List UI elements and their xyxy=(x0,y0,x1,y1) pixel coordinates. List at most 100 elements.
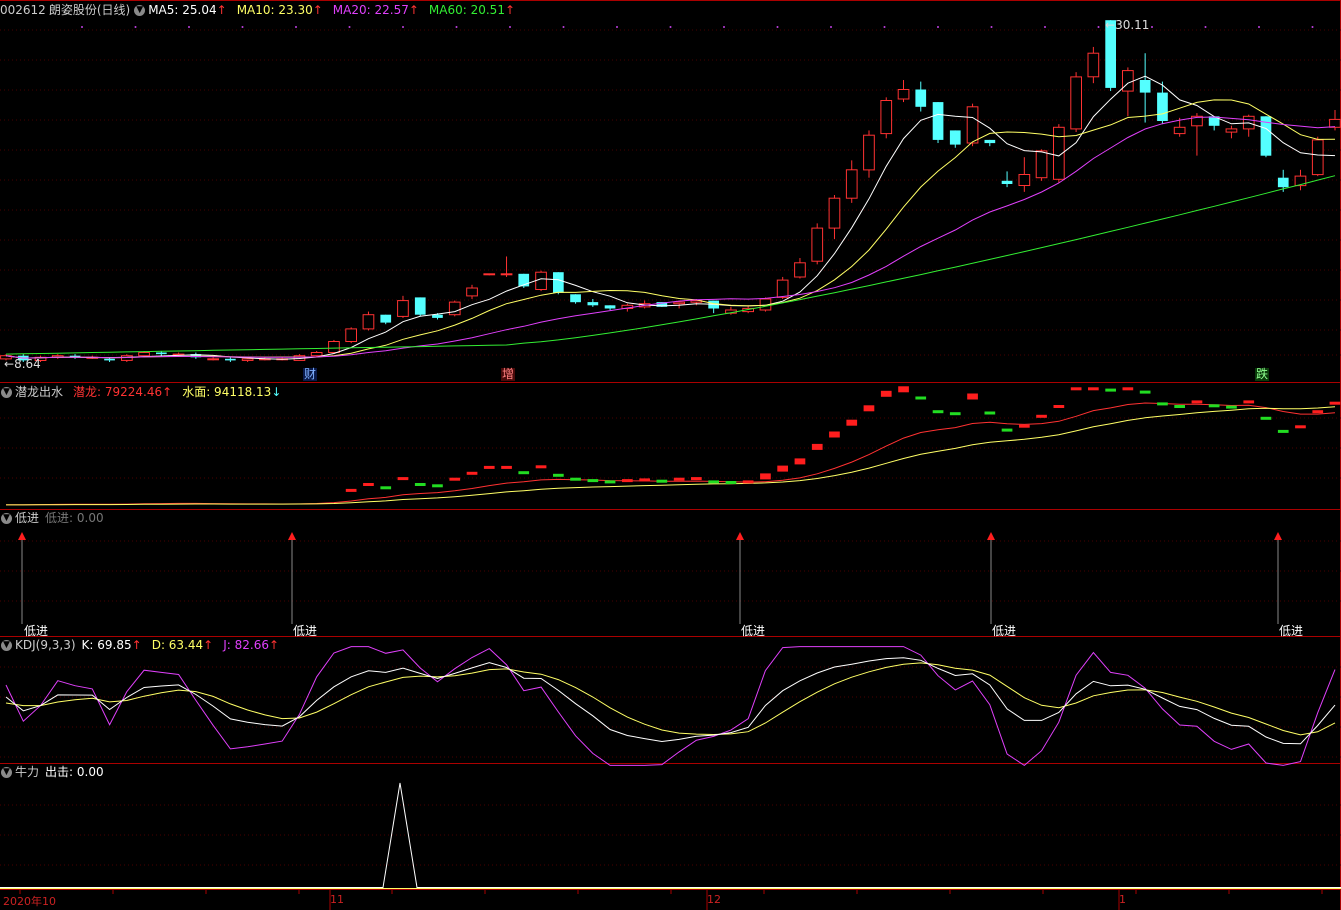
qianlong-bar xyxy=(483,465,495,469)
dijin-value: 低进: 0.00 xyxy=(45,511,104,525)
candle-body xyxy=(397,300,409,317)
signal-dot xyxy=(402,26,404,28)
qianlong-bar xyxy=(397,477,409,481)
chevron-down-icon[interactable]: ▼ xyxy=(134,4,146,16)
signal-dot xyxy=(188,26,190,28)
qianlong-bar xyxy=(932,410,944,414)
low-price-label: ←8.64 xyxy=(4,357,41,371)
candle-body xyxy=(466,287,478,297)
qianlong-bar xyxy=(1260,416,1272,420)
qianlong-bar xyxy=(742,480,754,484)
chevron-down-icon[interactable]: ▼ xyxy=(1,766,12,778)
kdj-title: KDJ(9,3,3) xyxy=(15,638,76,652)
candle-body xyxy=(949,130,961,145)
stock-code: 002612 xyxy=(0,3,46,17)
qianlong-bar xyxy=(1208,404,1220,408)
candle-body xyxy=(535,271,547,291)
qianlong-bar xyxy=(811,443,823,450)
chevron-down-icon[interactable]: ▼ xyxy=(1,386,12,398)
dijin-arrow-head xyxy=(288,532,296,540)
candle-body xyxy=(570,294,581,303)
signal-dot xyxy=(295,26,297,28)
candle-body xyxy=(1070,76,1083,130)
kdj-j-value: J: 82.66↑ xyxy=(223,638,280,652)
signal-dot xyxy=(1151,26,1153,28)
high-price-label: ←30.11 xyxy=(1105,18,1150,32)
qianlong-bar xyxy=(1329,401,1341,405)
signal-dot xyxy=(241,26,244,28)
signal-dot xyxy=(723,26,725,28)
chart-canvas[interactable] xyxy=(0,0,1341,910)
candle-body xyxy=(380,314,392,323)
qianlong-bar xyxy=(1295,425,1306,429)
candle-body xyxy=(138,352,150,357)
qianlong-bar xyxy=(622,479,633,483)
qianlong-bar xyxy=(1312,410,1324,414)
chevron-down-icon[interactable]: ▼ xyxy=(1,512,12,524)
ma20-value: MA20: 22.57↑ xyxy=(332,3,419,17)
candle-body xyxy=(794,262,806,278)
qianlong-bar xyxy=(949,412,961,416)
candle-body xyxy=(1035,150,1048,179)
ma20-line xyxy=(5,116,1336,359)
candle-body xyxy=(1157,92,1168,121)
date-label: 11 xyxy=(330,893,344,906)
candle-body xyxy=(310,352,323,357)
qianlong-bar xyxy=(1277,429,1289,433)
candle-body xyxy=(104,358,115,361)
qianlong-panel-header: ▼ 潜龙出水 潜龙: 79224.46↑ 水面: 94118.13↓ xyxy=(0,384,291,400)
candle-body xyxy=(483,273,496,276)
signal-dot xyxy=(1097,26,1100,28)
signal-dot xyxy=(883,26,886,28)
qianlong-bar xyxy=(587,479,599,483)
signal-dot xyxy=(616,26,618,28)
qianlong-bar xyxy=(1070,387,1082,391)
niuli-spike-line xyxy=(0,782,1341,888)
qianlong-bar xyxy=(345,488,357,492)
candle-body xyxy=(776,279,789,298)
candle-body xyxy=(932,102,944,140)
signal-dot xyxy=(134,26,137,28)
candle-body xyxy=(448,301,461,316)
main-chart-header: 002612 朗姿股份 (日线) ▼ MA5: 25.04↑ MA10: 23.… xyxy=(0,2,525,18)
qianlong-bar xyxy=(1157,402,1168,406)
qianlong-bar xyxy=(1139,390,1151,394)
ma60-line xyxy=(5,175,1336,355)
candle-body xyxy=(984,139,996,144)
candle-body xyxy=(156,352,167,355)
qianlong-bar xyxy=(639,478,650,482)
candle-body xyxy=(1001,180,1013,184)
candle-body xyxy=(553,272,564,293)
candle-body xyxy=(1277,177,1289,188)
candle-body xyxy=(432,314,443,318)
qianlong-bar xyxy=(863,405,875,412)
qianlong-bar xyxy=(967,393,978,400)
candle-body xyxy=(1311,139,1324,176)
event-marker-cai[interactable]: 财 xyxy=(303,368,318,381)
qianlong-bar xyxy=(380,486,392,490)
candle-body xyxy=(966,106,979,144)
candle-body xyxy=(897,89,910,100)
candle-body xyxy=(1018,174,1031,186)
event-marker-zeng[interactable]: 增 xyxy=(501,368,516,381)
qianlong-bar xyxy=(691,477,702,481)
ma10-line xyxy=(5,99,1336,359)
qianlong-bar xyxy=(518,471,530,475)
qianlong-bar xyxy=(449,477,461,481)
event-marker-die[interactable]: 跌 xyxy=(1255,368,1270,381)
dijin-title: 低进 xyxy=(15,511,40,525)
candle-body xyxy=(811,227,824,262)
dijin-arrow-head xyxy=(18,532,26,540)
qianlong-bar xyxy=(604,480,616,484)
signal-dot xyxy=(1258,26,1260,28)
qianlong-bar xyxy=(725,481,737,484)
dijin-arrow-head xyxy=(1274,532,1282,540)
qianlong-bar xyxy=(1088,387,1099,391)
candle-body xyxy=(1225,128,1238,133)
niuli-title: 牛力 xyxy=(15,765,40,779)
chevron-down-icon[interactable]: ▼ xyxy=(1,639,12,651)
qianlong-bar xyxy=(829,431,840,438)
qianlong-bar xyxy=(846,419,858,426)
dijin-signal-label: 低进 xyxy=(293,624,318,638)
qianlong-bar xyxy=(501,465,512,469)
